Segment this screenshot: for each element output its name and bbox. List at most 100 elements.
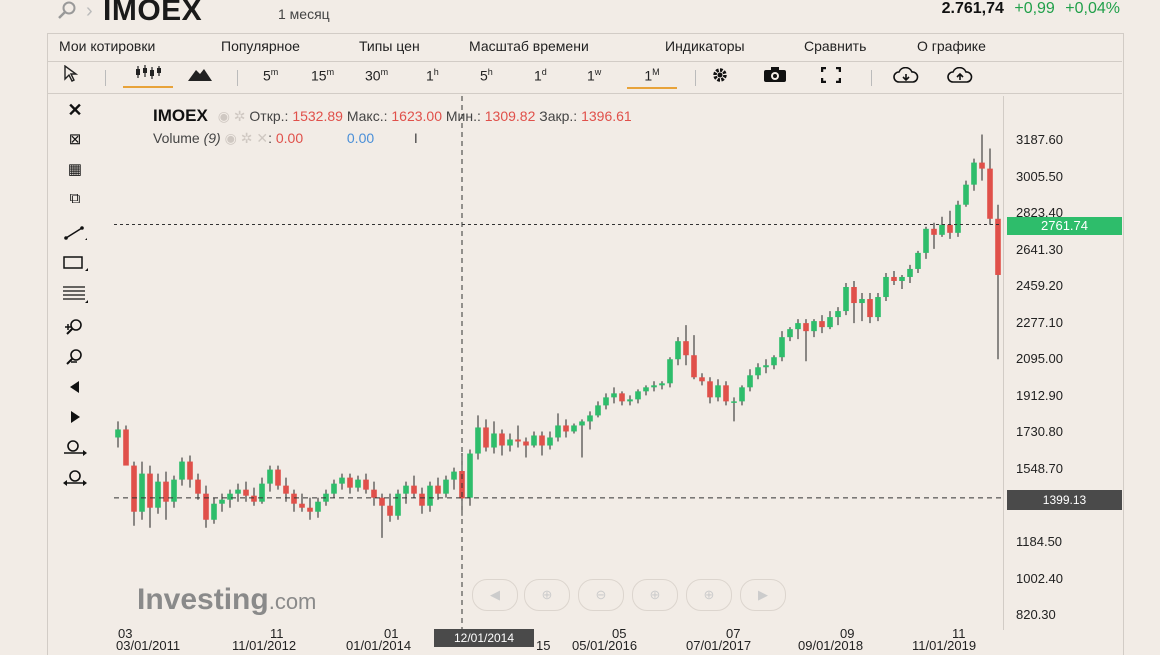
- area-chart-icon[interactable]: [187, 66, 213, 85]
- nav-reset-both-button[interactable]: ⊕: [686, 579, 732, 611]
- fullscreen-icon[interactable]: [820, 66, 842, 86]
- cursor-arrow-icon[interactable]: [63, 64, 79, 86]
- candle-body: [123, 429, 129, 466]
- timeframe-5m[interactable]: 5m: [263, 67, 278, 84]
- candle-body: [403, 485, 409, 494]
- candle-body: [467, 453, 473, 498]
- timeframe-15m[interactable]: 15m: [311, 67, 334, 84]
- camera-icon[interactable]: [763, 67, 787, 86]
- candlestick-plot[interactable]: [114, 96, 1002, 630]
- time-tick-bottom: 07/01/2017: [686, 638, 752, 653]
- candle-body: [915, 252, 921, 269]
- open-label: Откр.:: [249, 108, 289, 124]
- scroll-right-icon[interactable]: [62, 409, 88, 429]
- price-tick-label: 1548.70: [1016, 460, 1063, 476]
- zoom-reset-forward-icon[interactable]: [62, 439, 88, 459]
- zoom-in-icon[interactable]: [62, 318, 88, 338]
- candle-body: [475, 427, 481, 454]
- timeframe-30m[interactable]: 30m: [365, 67, 388, 84]
- change-pct: +0,04%: [1065, 0, 1120, 17]
- candle-body: [763, 365, 769, 368]
- gear-icon[interactable]: [711, 66, 729, 87]
- menu-time-scale[interactable]: Масштаб времени: [469, 38, 589, 54]
- candle-body: [539, 435, 545, 446]
- candle-body: [547, 437, 553, 446]
- candle-body: [491, 433, 497, 448]
- menu-my-quotes[interactable]: Мои котировки: [59, 38, 155, 54]
- timeframe-1w[interactable]: 1w: [587, 67, 601, 84]
- candle-body: [683, 341, 689, 356]
- price-tick-label: 820.30: [1016, 607, 1056, 623]
- remove-drawings-icon[interactable]: ✕: [62, 100, 88, 120]
- candle-body: [851, 286, 857, 304]
- time-tick-bottom: 11/01/2012: [232, 638, 297, 653]
- candle-body: [931, 228, 937, 235]
- timeframe-1d[interactable]: 1d: [534, 67, 547, 84]
- candle-body: [483, 427, 489, 448]
- candle-body: [299, 503, 305, 508]
- zoom-out-icon[interactable]: [62, 348, 88, 368]
- candlestick-icon[interactable]: [123, 64, 173, 88]
- nav-scroll-right-button[interactable]: ▶: [740, 579, 786, 611]
- candle-body: [235, 489, 241, 494]
- high-label: Макс.:: [346, 108, 388, 124]
- menu-popular[interactable]: Популярное: [221, 38, 300, 54]
- candle-body: [955, 204, 961, 233]
- timeframe-5h[interactable]: 5h: [480, 67, 493, 84]
- volume-value-1: 0.00: [275, 130, 304, 146]
- timeframe-1h[interactable]: 1h: [426, 67, 439, 84]
- eye-icon[interactable]: ◉ ✲: [218, 108, 246, 124]
- volume-settings-icon[interactable]: ◉ ✲ ✕: [225, 130, 268, 146]
- trend-line-icon[interactable]: [62, 224, 88, 244]
- time-tick-bottom: 09/01/2018: [798, 638, 864, 653]
- candle-body: [755, 367, 761, 376]
- candle-body: [611, 393, 617, 398]
- volume-param: (9): [203, 130, 221, 146]
- nav-zoom-in-button[interactable]: ⊕: [524, 579, 570, 611]
- cursor-price-tag: 1399.13: [1007, 490, 1122, 510]
- last-price-tag: 2761.74: [1007, 217, 1122, 235]
- change-abs: +0,99: [1014, 0, 1055, 17]
- ohlc-legend: IMOEX ◉ ✲ Откр.: 1532.89 Макс.: 1623.00 …: [153, 106, 632, 126]
- candle-body: [179, 461, 185, 480]
- menu-about-chart[interactable]: О графике: [917, 38, 986, 54]
- price-tick-label: 3187.60: [1016, 132, 1063, 147]
- candle-body: [571, 425, 577, 432]
- nav-scroll-left-button[interactable]: ◀: [472, 579, 518, 611]
- nav-reset-forward-button[interactable]: ⊕: [632, 579, 678, 611]
- clone-icon[interactable]: ⧉: [62, 189, 88, 209]
- volume-label: Volume: [153, 130, 200, 146]
- delete-all-icon[interactable]: ▦: [62, 160, 88, 180]
- candle-body: [379, 497, 385, 506]
- fibonacci-icon[interactable]: [62, 284, 88, 304]
- candle-body: [747, 375, 753, 388]
- candle-body: [907, 268, 913, 277]
- candle-body: [899, 276, 905, 281]
- price-tick-label: 3005.50: [1016, 168, 1063, 184]
- nav-zoom-out-button[interactable]: ⊖: [578, 579, 624, 611]
- zoom-reset-both-icon[interactable]: [62, 469, 88, 489]
- candle-body: [835, 311, 841, 318]
- candle-body: [659, 383, 665, 386]
- menu-compare[interactable]: Сравнить: [804, 38, 866, 54]
- price-tick-label: 1184.50: [1016, 534, 1063, 550]
- menu-price-types[interactable]: Типы цен: [359, 38, 420, 54]
- rectangle-icon[interactable]: [62, 254, 88, 274]
- delete-selected-icon[interactable]: ⊠: [62, 130, 88, 150]
- timeframe-1M[interactable]: 1M: [627, 67, 677, 89]
- search-icon[interactable]: [56, 0, 80, 22]
- cloud-upload-icon[interactable]: [947, 66, 973, 88]
- candle-body: [827, 317, 833, 328]
- candle-body: [195, 479, 201, 494]
- time-tick-bottom: 11/01/2019: [912, 638, 977, 653]
- candle-body: [579, 421, 585, 426]
- time-tick-partial: 15: [536, 638, 551, 653]
- candle-body: [963, 184, 969, 205]
- cloud-download-icon[interactable]: [893, 66, 919, 88]
- candle-body: [339, 477, 345, 484]
- scroll-left-icon[interactable]: [62, 379, 88, 399]
- menu-indicators[interactable]: Индикаторы: [665, 38, 745, 54]
- text-cursor-icon: I: [413, 130, 418, 146]
- low-label: Мин.:: [445, 108, 481, 124]
- candle-body: [995, 218, 1001, 275]
